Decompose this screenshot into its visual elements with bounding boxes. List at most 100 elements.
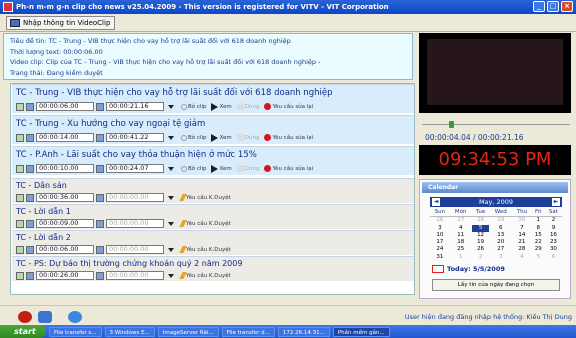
- cut-clip-button[interactable]: Bỏ clip: [181, 165, 206, 172]
- calendar-day[interactable]: 10: [430, 232, 450, 239]
- calendar-day[interactable]: 6: [489, 225, 512, 232]
- set-start-icon[interactable]: [26, 193, 34, 202]
- calendar-day[interactable]: 5: [532, 254, 545, 261]
- calendar-day[interactable]: 9: [545, 225, 562, 232]
- set-start-icon[interactable]: [26, 219, 34, 228]
- taskbar-item[interactable]: 172.26.14.31...: [277, 326, 330, 337]
- set-end-icon[interactable]: [96, 271, 104, 280]
- calendar-day[interactable]: 7: [512, 225, 532, 232]
- start-time-field[interactable]: 00:00:09.00: [36, 219, 94, 228]
- dropdown-arrow-icon[interactable]: [166, 133, 176, 142]
- start-time-field[interactable]: 00:00:10.00: [36, 164, 94, 173]
- calendar-day[interactable]: 16: [545, 232, 562, 239]
- calendar-day[interactable]: 19: [472, 239, 490, 246]
- calendar-day[interactable]: 30: [545, 246, 562, 253]
- use-button[interactable]: Dùng: [236, 134, 259, 141]
- cut-clip-button[interactable]: Bỏ clip: [181, 134, 206, 141]
- film-icon[interactable]: [16, 133, 24, 142]
- video-preview[interactable]: [419, 33, 571, 113]
- calendar-day[interactable]: 31: [430, 254, 450, 261]
- users-icon[interactable]: [38, 311, 52, 323]
- calendar-day[interactable]: 18: [450, 239, 472, 246]
- set-end-icon[interactable]: [96, 245, 104, 254]
- approve-request-button[interactable]: Yêu cầu K.Duyệt: [179, 194, 231, 201]
- film-icon[interactable]: [16, 271, 24, 280]
- calendar-day[interactable]: 27: [489, 246, 512, 253]
- calendar-day[interactable]: 26: [472, 246, 490, 253]
- start-time-field[interactable]: 00:00:36.00: [36, 193, 94, 202]
- set-end-icon[interactable]: [96, 133, 104, 142]
- calendar-day[interactable]: 14: [512, 232, 532, 239]
- close-button[interactable]: ×: [561, 1, 573, 12]
- next-month-button[interactable]: ►: [552, 198, 560, 206]
- calendar-day[interactable]: 2: [545, 217, 562, 225]
- today-row[interactable]: Today: 5/5/2009: [432, 265, 505, 273]
- calendar-day[interactable]: 2: [472, 254, 490, 261]
- end-time-field[interactable]: 00:00:21.16: [106, 102, 164, 111]
- view-button[interactable]: Xem: [211, 133, 232, 142]
- calendar-day[interactable]: 8: [532, 225, 545, 232]
- calendar-day[interactable]: 13: [489, 232, 512, 239]
- start-button[interactable]: start: [0, 325, 46, 338]
- calendar-day[interactable]: 28: [512, 246, 532, 253]
- calendar-day[interactable]: 30: [512, 217, 532, 225]
- calendar-day[interactable]: 20: [489, 239, 512, 246]
- set-end-icon[interactable]: [96, 102, 104, 111]
- calendar-day[interactable]: 26: [430, 217, 450, 225]
- nhap-videoclip-button[interactable]: Nhập thông tin VideoClip: [6, 16, 116, 30]
- calendar-day[interactable]: 27: [450, 217, 472, 225]
- film-icon[interactable]: [16, 102, 24, 111]
- maximize-button[interactable]: □: [547, 1, 559, 12]
- film-icon[interactable]: [16, 245, 24, 254]
- calendar-day[interactable]: 4: [450, 225, 472, 232]
- end-time-field[interactable]: 00:00:00.00: [106, 193, 164, 202]
- use-button[interactable]: Dùng: [236, 103, 259, 110]
- calendar-day[interactable]: 22: [532, 239, 545, 246]
- help-icon[interactable]: [68, 311, 82, 323]
- prev-month-button[interactable]: ◄: [432, 198, 440, 206]
- calendar-day[interactable]: 6: [545, 254, 562, 261]
- calendar-day[interactable]: 15: [532, 232, 545, 239]
- dropdown-arrow-icon[interactable]: [166, 164, 176, 173]
- calendar-day[interactable]: 28: [472, 217, 490, 225]
- set-start-icon[interactable]: [26, 164, 34, 173]
- taskbar-item[interactable]: ImageServer Rãi...: [157, 326, 219, 337]
- taskbar-item[interactable]: Phần mềm gắn...: [332, 326, 390, 337]
- view-button[interactable]: Xem: [211, 102, 232, 111]
- request-fix-button[interactable]: Yêu cầu sửa lại: [264, 165, 313, 172]
- calendar-day[interactable]: 29: [532, 246, 545, 253]
- use-button[interactable]: Dùng: [236, 165, 259, 172]
- taskbar-item[interactable]: 3 Windows E...: [104, 326, 155, 337]
- calendar-day[interactable]: 4: [512, 254, 532, 261]
- request-fix-button[interactable]: Yêu cầu sửa lại: [264, 103, 313, 110]
- end-time-field[interactable]: 00:00:00.00: [106, 271, 164, 280]
- calendar-day[interactable]: 25: [450, 246, 472, 253]
- dropdown-arrow-icon[interactable]: [166, 271, 176, 280]
- start-time-field[interactable]: 00:00:06.00: [36, 245, 94, 254]
- request-fix-button[interactable]: Yêu cầu sửa lại: [264, 134, 313, 141]
- calendar-day[interactable]: 3: [489, 254, 512, 261]
- playback-slider[interactable]: [422, 121, 570, 128]
- end-time-field[interactable]: 00:00:00.00: [106, 219, 164, 228]
- calendar-day[interactable]: 5: [471, 224, 490, 232]
- dropdown-arrow-icon[interactable]: [166, 193, 176, 202]
- set-end-icon[interactable]: [96, 219, 104, 228]
- end-time-field[interactable]: 00:00:00.00: [106, 245, 164, 254]
- start-time-field[interactable]: 00:00:26.00: [36, 271, 94, 280]
- approve-request-button[interactable]: Yêu cầu K.Duyệt: [179, 220, 231, 227]
- record-icon[interactable]: [18, 311, 32, 323]
- calendar-day[interactable]: 12: [472, 232, 490, 239]
- calendar-day[interactable]: 11: [450, 232, 472, 239]
- set-start-icon[interactable]: [26, 102, 34, 111]
- taskbar-item[interactable]: File transfer s...: [49, 326, 102, 337]
- calendar-day[interactable]: 21: [512, 239, 532, 246]
- film-icon[interactable]: [16, 164, 24, 173]
- start-time-field[interactable]: 00:00:06.00: [36, 102, 94, 111]
- calendar-day[interactable]: 17: [430, 239, 450, 246]
- fetch-selected-date-button[interactable]: Lấy tin của ngày đang chọn: [432, 279, 560, 291]
- film-icon[interactable]: [16, 193, 24, 202]
- end-time-field[interactable]: 00:00:24.07: [106, 164, 164, 173]
- cut-clip-button[interactable]: Bỏ clip: [181, 103, 206, 110]
- dropdown-arrow-icon[interactable]: [166, 219, 176, 228]
- calendar-day[interactable]: 1: [450, 254, 472, 261]
